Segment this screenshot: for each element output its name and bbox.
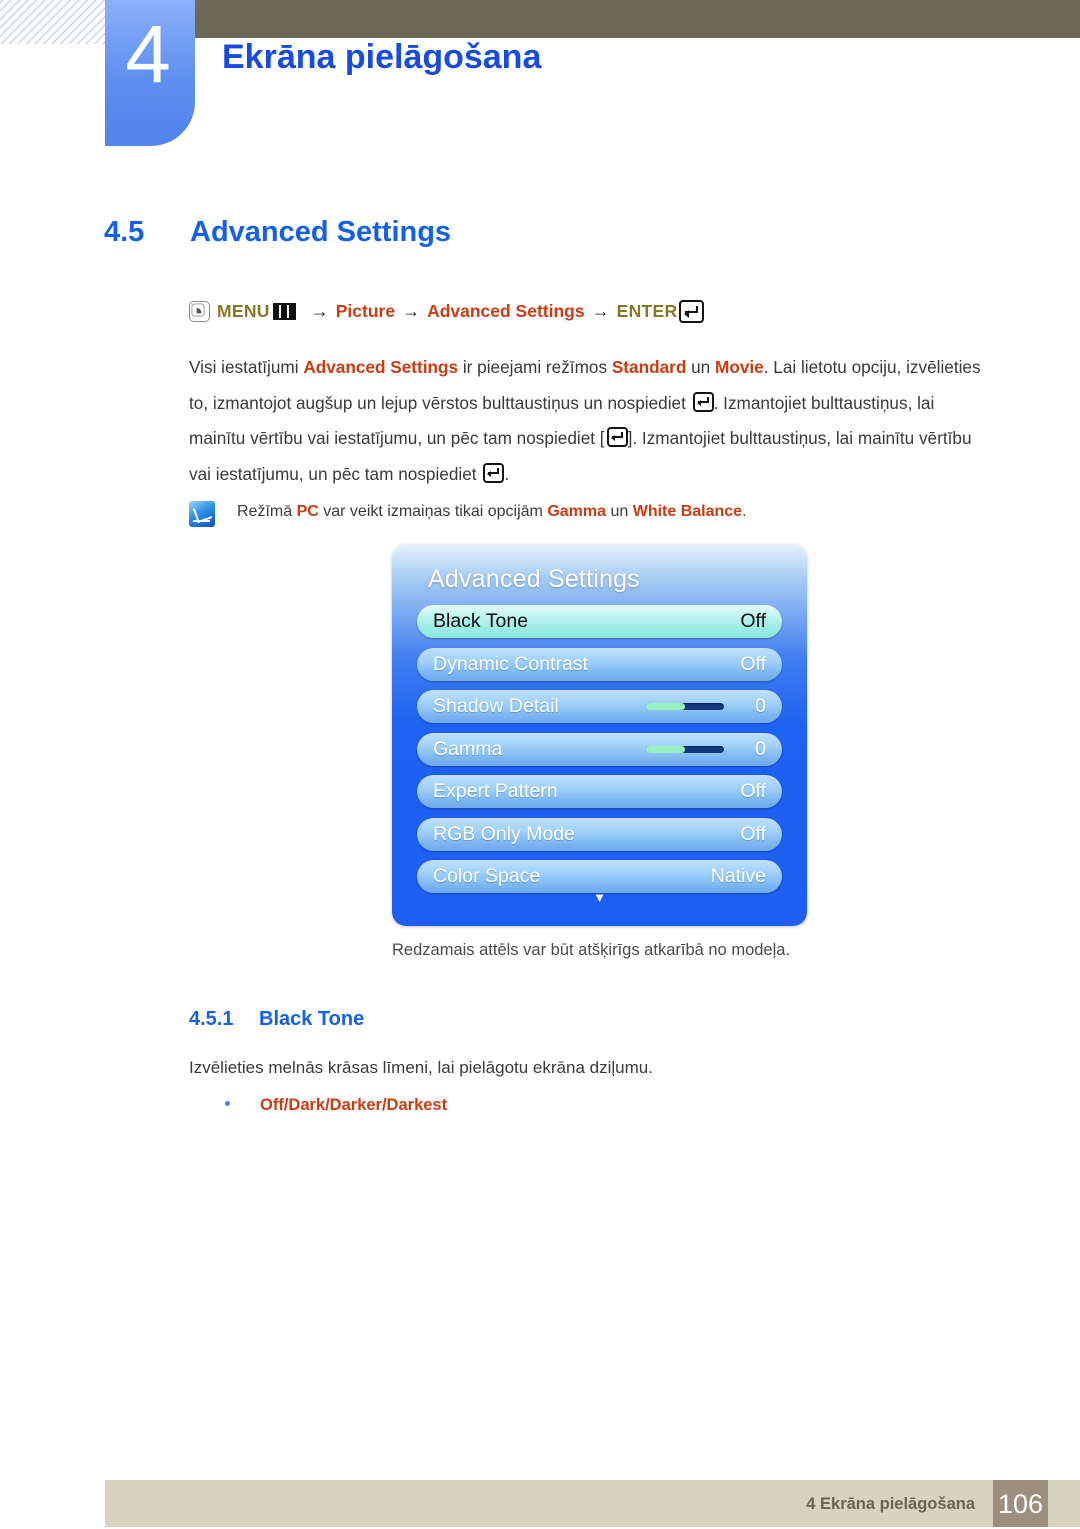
osd-row-value: Off bbox=[740, 822, 766, 845]
osd-row-label: Gamma bbox=[433, 737, 503, 760]
osd-panel: Advanced Settings Black Tone Off Dynamic C… bbox=[392, 544, 807, 926]
osd-row-expert-pattern[interactable]: Expert Pattern Off bbox=[417, 775, 782, 808]
enter-key-icon-inline-2 bbox=[606, 427, 628, 447]
chapter-title: Ekrāna pielāgošana bbox=[222, 38, 542, 76]
osd-row-label: RGB Only Mode bbox=[433, 822, 575, 845]
subsection-description: Izvēlieties melnās krāsas līmeni, lai pi… bbox=[189, 1058, 653, 1077]
osd-row-slider[interactable] bbox=[646, 703, 724, 710]
note-emphasis-gamma: Gamma bbox=[547, 503, 607, 520]
options-list: Off/Dark/Darker/Darkest bbox=[260, 1096, 448, 1114]
pen-note-icon bbox=[189, 501, 215, 527]
osd-row-dynamic-contrast[interactable]: Dynamic Contrast Off bbox=[417, 647, 782, 681]
section-heading: 4.5 Advanced Settings bbox=[104, 216, 451, 249]
chapter-number: 4 bbox=[125, 9, 171, 100]
para-text-2: ir pieejami režīmos bbox=[458, 357, 612, 377]
bullet-dot-icon bbox=[225, 1101, 230, 1106]
note-emphasis-white-balance: White Balance bbox=[632, 503, 743, 520]
decorative-hatch-pattern bbox=[0, 0, 112, 44]
osd-row-value: Native bbox=[710, 865, 766, 887]
note-emphasis-pc: PC bbox=[296, 503, 319, 520]
header-olive-bar bbox=[192, 0, 1080, 38]
para-text-3: un bbox=[686, 357, 715, 377]
osd-row-value: Off bbox=[740, 652, 766, 675]
options-bullet-item: Off/Dark/Darker/Darkest bbox=[225, 1096, 447, 1115]
body-paragraph: Visi iestatījumi Advanced Settings ir pi… bbox=[189, 350, 994, 492]
note-text-1: Režīmā bbox=[237, 503, 297, 520]
osd-row-value: 0 bbox=[755, 695, 766, 717]
osd-row-rgb-only-mode[interactable]: RGB Only Mode Off bbox=[417, 817, 782, 851]
para-text-7: . bbox=[504, 463, 510, 484]
osd-row-label: Black Tone bbox=[433, 610, 529, 632]
para-emphasis-standard: Standard bbox=[611, 357, 687, 377]
note-text-4: . bbox=[742, 503, 747, 520]
section-number: 4.5 bbox=[104, 216, 145, 248]
menu-label: MENU bbox=[217, 301, 270, 321]
page-number-badge: 106 bbox=[993, 1480, 1048, 1527]
osd-caption: Redzamais attēls var būt atšķirīgs atkar… bbox=[392, 941, 791, 959]
osd-slider-fill bbox=[646, 745, 685, 753]
enter-key-icon-inline-3 bbox=[483, 462, 505, 483]
breadcrumb-arrow-3: → bbox=[591, 301, 610, 321]
osd-row-value: Off bbox=[740, 610, 766, 632]
osd-scroll-down-caret[interactable]: ▼ bbox=[392, 891, 807, 904]
enter-key-icon-inline-1 bbox=[692, 391, 714, 412]
breadcrumb-item-picture: Picture bbox=[335, 301, 396, 321]
menu-path-breadcrumb: MENU → Picture → Advanced Settings → ENT… bbox=[189, 300, 705, 323]
osd-row-black-tone[interactable]: Black Tone Off bbox=[417, 605, 782, 638]
osd-title: Advanced Settings bbox=[428, 565, 640, 593]
enter-label: ENTER bbox=[616, 301, 678, 321]
note-text: Režīmā PC var veikt izmaiņas tikai opcij… bbox=[237, 503, 747, 521]
subsection-number: 4.5.1 bbox=[189, 1008, 234, 1030]
osd-row-slider[interactable] bbox=[646, 745, 724, 753]
osd-row-value: Off bbox=[740, 780, 766, 802]
osd-row-shadow-detail[interactable]: Shadow Detail 0 bbox=[417, 690, 782, 723]
osd-menu-list: Black Tone Off Dynamic Contrast Off Shadow D… bbox=[417, 605, 782, 903]
section-title: Advanced Settings bbox=[190, 216, 452, 248]
osd-row-gamma[interactable]: Gamma 0 bbox=[417, 732, 782, 766]
osd-row-label: Dynamic Contrast bbox=[433, 652, 588, 675]
note-text-2: var veikt izmaiņas tikai opcijām bbox=[318, 503, 548, 520]
enter-key-icon bbox=[679, 300, 705, 323]
note-block: Režīmā PC var veikt izmaiņas tikai opcij… bbox=[189, 501, 989, 527]
breadcrumb-item-advanced-settings: Advanced Settings bbox=[427, 301, 585, 321]
breadcrumb-arrow-1: → bbox=[310, 301, 329, 321]
osd-row-label: Shadow Detail bbox=[433, 695, 559, 717]
osd-slider-fill bbox=[646, 703, 685, 710]
osd-row-value: 0 bbox=[755, 737, 766, 760]
subsection-heading: 4.5.1 Black Tone bbox=[189, 1008, 364, 1031]
para-emphasis-movie: Movie bbox=[715, 357, 764, 377]
hand-press-icon bbox=[189, 301, 210, 322]
menu-bars-icon bbox=[272, 303, 296, 320]
note-text-3: un bbox=[606, 503, 633, 520]
breadcrumb-arrow-2: → bbox=[402, 301, 421, 321]
osd-row-color-space[interactable]: Color Space Native bbox=[417, 860, 782, 893]
osd-row-label: Expert Pattern bbox=[433, 780, 558, 802]
chapter-number-tab: 4 bbox=[105, 0, 195, 146]
footer-chapter-label: 4 Ekrāna pielāgošana bbox=[806, 1495, 975, 1513]
subsection-title: Black Tone bbox=[259, 1008, 365, 1030]
osd-row-label: Color Space bbox=[433, 865, 541, 887]
para-text-1: Visi iestatījumi bbox=[189, 357, 304, 377]
para-emphasis-advanced-settings: Advanced Settings bbox=[303, 357, 459, 377]
